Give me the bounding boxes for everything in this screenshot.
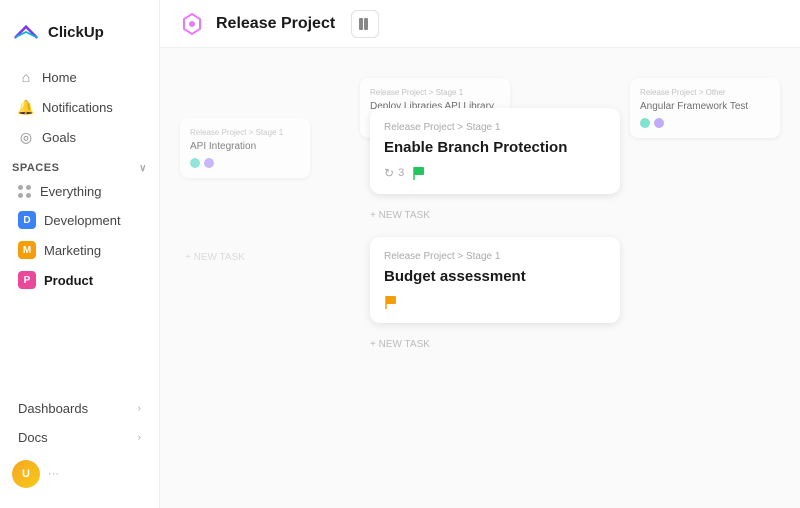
add-task-left[interactable]: + NEW TASK (185, 248, 245, 267)
content-area: Release Project > Stage 1 API Integratio… (160, 48, 800, 508)
card2-title: Budget assessment (384, 268, 606, 285)
home-label: Home (42, 70, 77, 85)
card-budget-assessment[interactable]: Release Project > Stage 1 Budget assessm… (370, 237, 620, 323)
marketing-label: Marketing (44, 243, 101, 258)
goals-icon: ◎ (18, 129, 34, 145)
docs-label: Docs (18, 430, 48, 445)
bg-card-angular-breadcrumb: Release Project > Other (640, 88, 770, 97)
card-enable-branch[interactable]: Release Project > Stage 1 Enable Branch … (370, 108, 620, 194)
card1-actions: ↻ 3 (384, 166, 606, 180)
spaces-label: Spaces (12, 162, 59, 174)
card1-title: Enable Branch Protection (384, 139, 606, 156)
marketing-badge: M (18, 241, 36, 259)
clickup-logo-icon (12, 18, 40, 46)
notifications-label: Notifications (42, 100, 113, 115)
bg-card-angular-title: Angular Framework Test (640, 101, 770, 112)
sidebar-item-docs[interactable]: Docs › (6, 423, 153, 452)
sidebar-item-dashboards[interactable]: Dashboards › (6, 394, 153, 423)
add-task-between[interactable]: + NEW TASK (370, 206, 620, 225)
main-cards-area: Release Project > Stage 1 Enable Branch … (370, 108, 620, 354)
bg-card-deploy-breadcrumb: Release Project > Stage 1 (370, 88, 500, 97)
everything-icon (18, 185, 32, 199)
project-icon (180, 12, 204, 36)
product-label: Product (44, 273, 93, 288)
sidebar-item-notifications[interactable]: 🔔 Notifications (6, 92, 153, 122)
card1-flag-icon (412, 166, 426, 180)
dashboards-label: Dashboards (18, 401, 88, 416)
project-title: Release Project (216, 15, 335, 33)
bg-card-api-breadcrumb: Release Project > Stage 1 (190, 128, 300, 137)
development-label: Development (44, 213, 121, 228)
sidebar-item-development[interactable]: D Development (6, 205, 153, 235)
everything-label: Everything (40, 184, 101, 199)
layout-toggle-button[interactable] (351, 10, 379, 38)
home-icon: ⌂ (18, 69, 34, 85)
product-badge: P (18, 271, 36, 289)
sidebar: ClickUp ⌂ Home 🔔 Notifications ◎ Goals S… (0, 0, 160, 508)
sidebar-item-everything[interactable]: Everything (6, 178, 153, 205)
card1-count-item: ↻ 3 (384, 166, 404, 180)
sidebar-item-goals[interactable]: ◎ Goals (6, 122, 153, 152)
main-content: Release Project Release Project > Stage … (160, 0, 800, 508)
purple-status-dot (204, 158, 214, 168)
card2-actions (384, 295, 606, 309)
dashboards-chevron-icon: › (138, 403, 141, 414)
bg-card-api: Release Project > Stage 1 API Integratio… (180, 118, 310, 178)
add-task-bottom[interactable]: + NEW TASK (370, 335, 620, 354)
topbar: Release Project (160, 0, 800, 48)
purple-dot-2 (654, 118, 664, 128)
card1-count: 3 (398, 167, 404, 179)
card1-breadcrumb: Release Project > Stage 1 (384, 122, 606, 133)
docs-chevron-icon: › (138, 432, 141, 443)
sidebar-item-home[interactable]: ⌂ Home (6, 62, 153, 92)
card2-flag-icon (384, 295, 398, 309)
logo-area[interactable]: ClickUp (0, 12, 159, 62)
layout-icon (358, 17, 372, 31)
bg-card-angular: Release Project > Other Angular Framewor… (630, 78, 780, 138)
user-chevron-icon: ··· (48, 468, 59, 480)
bell-icon: 🔔 (18, 99, 34, 115)
spaces-chevron-icon[interactable]: ∨ (139, 163, 147, 174)
development-badge: D (18, 211, 36, 229)
user-area[interactable]: U ··· (0, 452, 159, 496)
app-name: ClickUp (48, 24, 104, 41)
avatar: U (12, 460, 40, 488)
bg-card-api-title: API Integration (190, 141, 300, 152)
spaces-section-header: Spaces ∨ (0, 152, 159, 178)
refresh-icon: ↻ (384, 166, 394, 180)
teal-status-dot (190, 158, 200, 168)
sidebar-item-product[interactable]: P Product (6, 265, 153, 295)
card2-breadcrumb: Release Project > Stage 1 (384, 251, 606, 262)
goals-label: Goals (42, 130, 76, 145)
sidebar-item-marketing[interactable]: M Marketing (6, 235, 153, 265)
teal-dot-2 (640, 118, 650, 128)
